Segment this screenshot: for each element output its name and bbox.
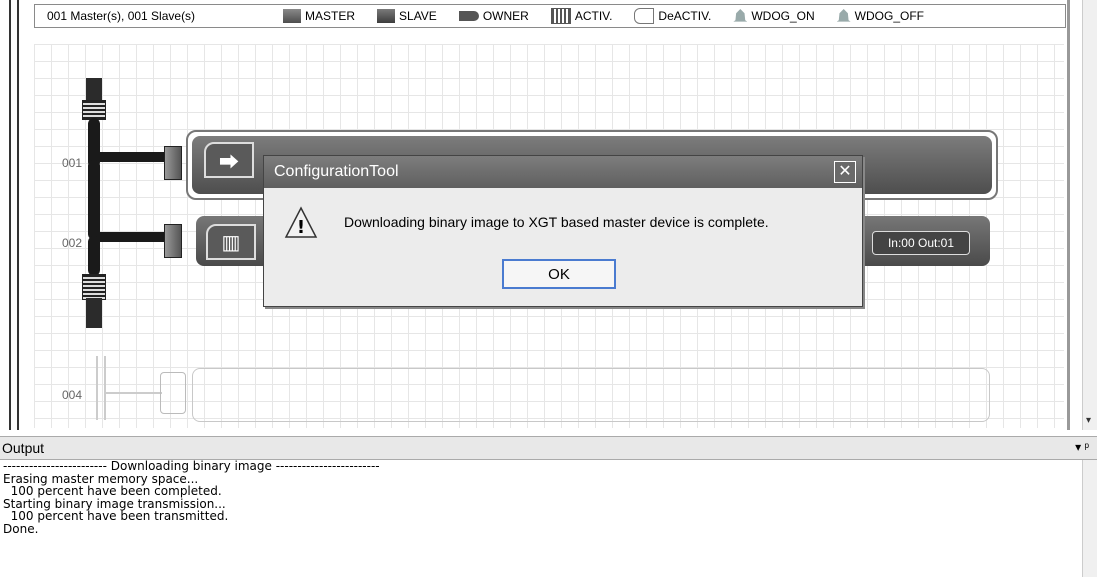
close-button[interactable]: ✕ [834, 161, 856, 183]
legend-master-label: MASTER [305, 9, 356, 23]
legend-bar: 001 Master(s), 001 Slave(s) MASTER SLAVE… [34, 4, 1066, 28]
slave-swatch-icon [377, 9, 396, 23]
frame-border-line [9, 0, 11, 430]
legend-activ: ACTIV. [550, 8, 613, 24]
panel-pin-icon[interactable]: ▾ ᵖ [1075, 440, 1089, 454]
legend-slave: SLAVE [377, 9, 437, 23]
output-vertical-scrollbar[interactable] [1082, 460, 1097, 577]
dialog-message: Downloading binary image to XGT based ma… [344, 214, 769, 230]
canvas-vertical-scrollbar[interactable]: ▾ [1082, 0, 1097, 430]
slave-module-icon: ▥ [206, 224, 256, 260]
owner-connector-icon [458, 11, 479, 21]
frame-border-line [17, 0, 19, 430]
message-dialog: ConfigurationTool ✕ ! Downloading binary… [263, 155, 863, 307]
bus-connector-ring-icon [82, 100, 106, 120]
output-line: 100 percent have been completed. [3, 484, 222, 498]
empty-bus-line [96, 356, 98, 420]
bus-cable-segment [88, 160, 100, 240]
master-plug-icon [164, 146, 182, 180]
scroll-down-arrow-icon[interactable]: ▾ [1086, 415, 1091, 426]
master-arrow-icon: ⮕ [204, 142, 254, 178]
empty-slot-004[interactable] [192, 368, 990, 422]
warning-icon: ! [284, 206, 318, 238]
master-swatch-icon [283, 9, 301, 23]
legend-wdog-off-label: WDOG_OFF [854, 9, 924, 23]
legend-activ-label: ACTIV. [574, 9, 613, 23]
node-address-002: 002 [62, 236, 83, 250]
legend-deactiv-label: DeACTIV. [658, 9, 712, 23]
bus-terminator-top-icon [86, 78, 102, 100]
bus-connector-ring-icon [82, 274, 106, 300]
canvas-right-border [1067, 0, 1070, 430]
left-frame [0, 0, 22, 430]
bell-icon [733, 9, 748, 22]
output-line: ------------------------ Downloading bin… [3, 459, 380, 473]
dialog-titlebar[interactable]: ConfigurationTool [264, 156, 862, 188]
output-panel-title: Output [2, 440, 45, 456]
output-panel-header: Output ▾ ᵖ [0, 436, 1097, 460]
bus-cable-segment [88, 236, 100, 276]
dialog-title: ConfigurationTool [274, 163, 399, 180]
empty-bus-line [104, 356, 106, 420]
bell-icon [836, 9, 851, 22]
slave-io-badge: In:00 Out:01 [872, 231, 970, 255]
node-count-label: 001 Master(s), 001 Slave(s) [47, 9, 196, 23]
legend-wdog-on: WDOG_ON [733, 9, 815, 23]
legend-owner: OWNER [458, 9, 529, 23]
legend-master: MASTER [283, 9, 355, 23]
legend-wdog-off: WDOG_OFF [836, 9, 924, 23]
slave-plug-icon [164, 224, 182, 258]
node-address-001: 001 [62, 156, 83, 170]
legend-wdog-on-label: WDOG_ON [751, 9, 815, 23]
output-line: 100 percent have been transmitted. [3, 509, 229, 523]
empty-slot-plug [160, 372, 186, 414]
ok-button[interactable]: OK [502, 259, 616, 289]
legend-owner-label: OWNER [482, 9, 529, 23]
deactive-swatch-icon [634, 8, 655, 24]
node-address-004: 004 [62, 388, 83, 402]
legend-deactiv: DeACTIV. [634, 8, 711, 24]
warning-icon-glyph: ! [297, 217, 305, 238]
active-swatch-icon [550, 8, 571, 24]
output-line: Done. [3, 521, 39, 536]
output-log[interactable]: ------------------------ Downloading bin… [0, 460, 1082, 577]
empty-bus-branch [106, 392, 162, 394]
legend-slave-label: SLAVE [399, 9, 437, 23]
bus-terminator-bottom-icon [86, 298, 102, 328]
